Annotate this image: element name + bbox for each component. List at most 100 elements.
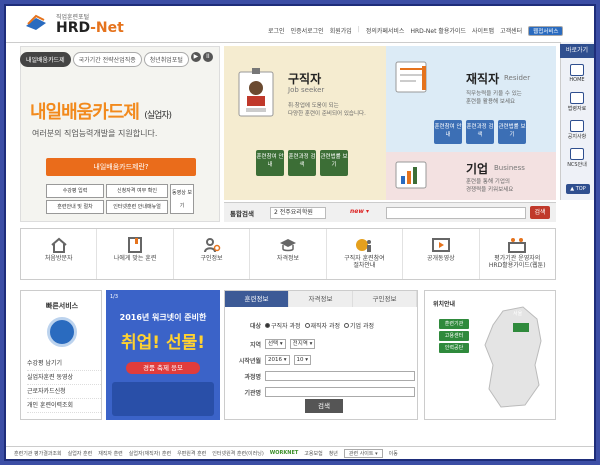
quick-ncs[interactable]: NCS안내 [560, 148, 594, 168]
month-value: 10 [296, 357, 304, 363]
nav-customer[interactable]: 고객센터 [500, 26, 522, 36]
footer-link[interactable]: 인터넷원격 훈련(이러닝) [212, 450, 264, 457]
footer-link[interactable]: 재직자 훈련 [98, 450, 123, 457]
seeker-search-button[interactable]: 훈련과정 검색 [288, 150, 316, 176]
search-button[interactable]: 검색 [530, 206, 550, 219]
service-label: 구직자 훈련참여 절차안내 [344, 255, 385, 269]
employed-desc: 직무능력을 키울 수 있는 훈련을 활용해 보세요 [466, 91, 522, 105]
nav-login[interactable]: 로그인 [268, 26, 285, 36]
top-nav: 로그인 인증서로그인 회원가입 | 정의카페서비스 HRD-Net 활용가이드 … [268, 26, 564, 36]
nav-service[interactable]: 정의카페서비스 [366, 26, 405, 36]
home-icon [570, 64, 584, 76]
video-button[interactable]: 동영상 보기 [170, 184, 194, 214]
footer-link[interactable]: 실업자(재직자) 훈련 [129, 450, 171, 457]
map-hrd-korea[interactable]: 인력공단 [439, 343, 469, 353]
quick-service-item[interactable]: 실업자훈련 동영상 [27, 371, 101, 385]
quick-service-item[interactable]: 수강평 남기기 [27, 357, 101, 371]
logo-net: -Net [90, 20, 124, 36]
quick-notice[interactable]: 공지사항 [560, 120, 594, 140]
employed-panel: 재직자 Resider 직무능력을 키울 수 있는 훈련을 활용해 보세요 훈련… [386, 46, 556, 152]
search-keyword-select[interactable]: 2 전주요리학원 [270, 207, 326, 219]
employed-search-button[interactable]: 훈련과정 검색 [466, 120, 494, 144]
banner-tab-strategic[interactable]: 국가기간 전략산업직종 [72, 52, 142, 67]
map-employment-center[interactable]: 고용센터 [439, 331, 469, 341]
search-input[interactable] [386, 207, 526, 219]
service-label: 나에게 맞는 훈련 [113, 255, 157, 262]
insurance-logo[interactable]: 고용보험 [304, 450, 322, 457]
map-title: 위치안내 [433, 301, 456, 308]
month-select[interactable]: 10 ▾ [293, 355, 312, 365]
globe-person-icon [356, 239, 372, 252]
banner-title: 내일배움카드제 (실업자) [30, 98, 172, 124]
integrated-search: 통합검색 2 전주요리학원 new ▾ 검색 [224, 202, 556, 222]
region-select[interactable]: 선택 ▾ [265, 339, 286, 349]
service-job-info[interactable]: 구인정보 [174, 229, 251, 279]
subregion-select[interactable]: 전지역 ▾ [289, 339, 316, 349]
eligibility-button[interactable]: 신청자격 여부 확인 [106, 184, 168, 198]
service-first-visitor[interactable]: 처음방문자 [21, 229, 98, 279]
nav-cert-login[interactable]: 인증서로그인 [291, 26, 324, 36]
course-label: 과정명 [244, 373, 261, 381]
quick-service-item[interactable]: 근로자카드신청 [27, 385, 101, 399]
radio-label: 재직자 과정 [310, 323, 341, 330]
review-button[interactable]: 수강평 입력 [46, 184, 104, 198]
promo-banner[interactable]: 1/3 2016년 워크넷이 준비한 취업! 선물! 경품 축제 응모 [106, 290, 220, 420]
corporate-panel[interactable]: 기업 Business 훈련을 통해 기업의 경쟁력을 키워보세요 [386, 152, 556, 200]
service-my-training[interactable]: 나에게 맞는 훈련 [97, 229, 174, 279]
year-select[interactable]: 2016 ▾ [265, 355, 290, 365]
radio-employed[interactable]: 재직자 과정 [304, 321, 341, 330]
promo-cta[interactable]: 경품 축제 응모 [126, 362, 200, 374]
target-row: 대상 구직자 과정 재직자 과정 기업 과정 [233, 321, 374, 330]
map-training-orgs[interactable]: 훈련기관 [439, 319, 469, 329]
service-cert-info[interactable]: 자격정보 [250, 229, 327, 279]
youth-logo[interactable]: 청년 [329, 450, 338, 457]
service-procedure[interactable]: 구직자 훈련참여 절차안내 [327, 229, 404, 279]
quick-home[interactable]: HOME [560, 64, 594, 83]
employed-law-button[interactable]: 관련법률 보기 [498, 120, 526, 144]
nav-web-service[interactable]: 웹접서비스 [528, 26, 564, 36]
tab-training[interactable]: 훈련정보 [225, 291, 289, 307]
korea-map-icon[interactable] [479, 305, 547, 411]
seeker-guide-button[interactable]: 훈련참여 안내 [256, 150, 284, 176]
service-videos[interactable]: 공개동영상 [403, 229, 480, 279]
service-hrd-guide[interactable]: 평가기관 운영자의 HRD활용가이드(웹툰) [480, 229, 555, 279]
top-button[interactable]: ▲ TOP [566, 184, 590, 194]
related-site-value: 관련 사이트 [348, 450, 374, 457]
quick-home-label: HOME [569, 77, 585, 83]
promo-pager: 1/3 [110, 294, 119, 300]
nav-guide[interactable]: HRD-Net 활용가이드 [410, 26, 466, 36]
employed-guide-button[interactable]: 훈련참여 안내 [434, 120, 462, 144]
worknet-logo[interactable]: WORKNET [270, 450, 299, 456]
nav-signup[interactable]: 회원가입 [330, 26, 352, 36]
tab-jobs[interactable]: 구인정보 [353, 291, 417, 307]
footer-link[interactable]: 우편원격 훈련 [177, 450, 206, 457]
footer-link[interactable]: 훈련기관 평가결과조회 [14, 450, 62, 457]
tab-cert[interactable]: 자격정보 [289, 291, 353, 307]
radio-corp[interactable]: 기업 과정 [344, 321, 374, 330]
banner-tab-youth[interactable]: 청년취업포털 [143, 52, 189, 67]
manual-button[interactable]: 인터넷훈련 안내매뉴얼 [106, 200, 168, 214]
radio-seeker[interactable]: 구직자 과정 [265, 321, 301, 330]
quick-service-item[interactable]: 개인 훈련이력조회 [27, 399, 101, 413]
footer-link[interactable]: 실업자 훈련 [68, 450, 93, 457]
logo-icon [26, 14, 46, 30]
course-search-button[interactable]: 검색 [305, 399, 343, 413]
seeker-law-button[interactable]: 관련법률 보기 [320, 150, 348, 176]
nav-sitemap[interactable]: 사이트맵 [472, 26, 494, 36]
related-site-select[interactable]: 관련 사이트 ▾ [343, 448, 383, 458]
go-button[interactable]: 이동 [389, 450, 398, 457]
org-label: 기관명 [244, 389, 261, 397]
course-name-input[interactable] [265, 371, 415, 381]
video-icon [431, 238, 450, 252]
org-name-input[interactable] [265, 387, 415, 397]
card-info-button[interactable]: 내일배움카드제란? [46, 158, 196, 176]
subregion-select-value: 전지역 [292, 341, 308, 347]
procedure-button[interactable]: 훈련안내 및 절차 [46, 200, 104, 214]
quick-law[interactable]: 법령자료 [560, 92, 594, 112]
banner-tab-card[interactable]: 내일배움카드제 [20, 52, 71, 67]
region-label: 지역 [249, 341, 261, 349]
play-icon[interactable]: ▶ [190, 52, 201, 62]
employed-title: 재직자 [466, 72, 500, 86]
pause-icon[interactable]: II [202, 52, 213, 62]
logo-text[interactable]: HRD-Net [56, 20, 124, 36]
